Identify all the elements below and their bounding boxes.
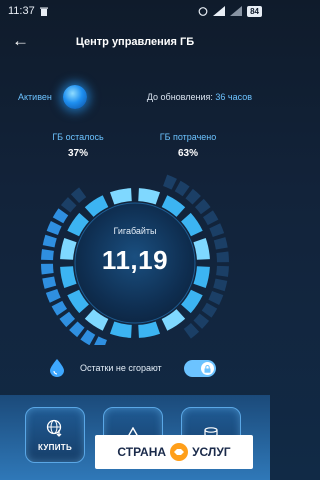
alarm-icon	[198, 7, 208, 16]
rollover-switch[interactable]	[184, 360, 216, 377]
battery-indicator: 84	[247, 5, 262, 17]
lock-icon	[201, 362, 214, 375]
handshake-logo-icon	[170, 443, 189, 461]
signal-icon	[213, 6, 226, 16]
buy-button-label: КУПИТЬ	[38, 442, 72, 452]
gauge-mid-segment	[109, 188, 132, 205]
gauge-outer-right-segment	[183, 322, 200, 339]
gauge-label: Гигабайты	[113, 226, 157, 236]
water-drop-icon	[50, 359, 64, 377]
gauge-outer-right-segment	[163, 174, 177, 190]
gauge-outer-right-segment	[193, 313, 210, 329]
update-prefix: До обновления:	[146, 92, 213, 102]
app-header: ← Центр управления ГБ	[0, 28, 270, 56]
buy-button[interactable]: КУПИТЬ	[25, 407, 85, 463]
stat-spent-label: ГБ потрачено	[159, 132, 217, 142]
gauge-outer-right-segment	[213, 278, 228, 292]
rollover-row: Остатки не сгорают	[0, 357, 270, 381]
gauge-outer-left-segment	[60, 197, 77, 213]
signal-2-icon	[230, 6, 243, 16]
gauge-mid-segment	[109, 321, 132, 338]
gauge-outer-left-segment	[45, 289, 61, 303]
watermark-right: УСЛУГ	[192, 445, 231, 459]
gauge-outer-left-segment	[51, 300, 68, 316]
watermark-left: СТРАНА	[117, 445, 167, 459]
status-time: 11:37	[8, 5, 35, 17]
active-toggle[interactable]	[63, 85, 87, 109]
gauge-outer-right-segment	[201, 302, 218, 318]
status-row: Активен До обновления: 36 часов	[0, 85, 270, 109]
status-bar: 11:37 84	[0, 0, 270, 22]
gauge-outer-right-segment	[202, 210, 219, 226]
back-arrow-icon[interactable]: ←	[12, 31, 29, 51]
gauge-outer-right-segment	[185, 188, 201, 205]
gauge-outer-left-segment	[94, 336, 107, 345]
rollover-text: Остатки не сгорают	[80, 363, 162, 373]
gauge-outer-left-segment	[42, 276, 57, 289]
stat-remaining-label: ГБ осталось	[52, 132, 104, 142]
gauge-mid-segment	[138, 188, 161, 205]
update-countdown: До обновления: 36 часов	[147, 92, 252, 102]
gauge-outer-right-segment	[208, 291, 224, 305]
gauge-outer-right-segment	[174, 180, 190, 197]
globe-download-icon	[46, 419, 62, 437]
gauge-value: 11,19	[101, 245, 169, 275]
watermark: СТРАНА УСЛУГ	[95, 435, 253, 469]
gauge-outer-left-segment	[70, 187, 87, 204]
gauge-outer-left-segment	[52, 208, 69, 224]
trash-icon	[39, 7, 48, 16]
gauge-outer-right-segment	[194, 198, 211, 215]
update-hours: 36 часов	[215, 92, 252, 102]
gauge-outer-left-segment	[80, 329, 96, 345]
gauge-outer-left-segment	[59, 311, 76, 328]
gauge-outer-left-segment	[69, 321, 85, 338]
page-title: Центр управления ГБ	[75, 36, 195, 48]
active-label: Активен	[18, 92, 52, 102]
gauge-mid-segment	[138, 321, 161, 338]
